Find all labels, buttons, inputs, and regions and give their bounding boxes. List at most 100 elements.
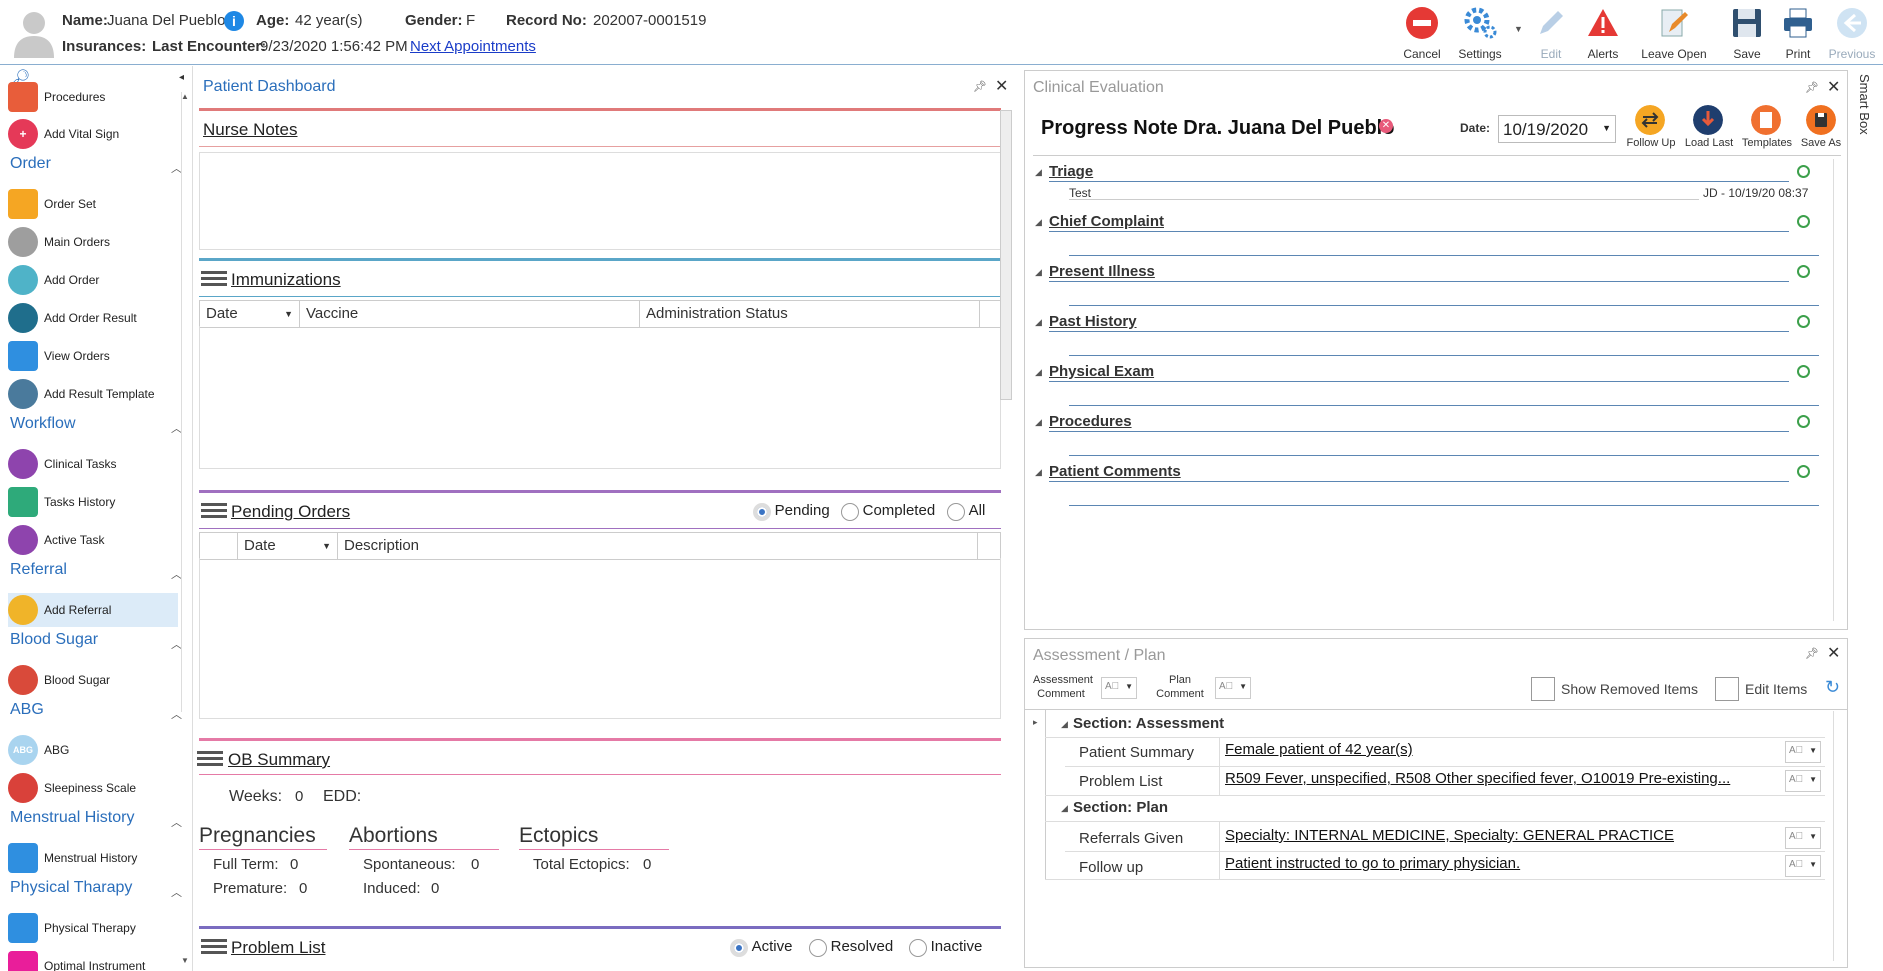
chevron-up-icon[interactable]: ︿ <box>171 814 182 830</box>
settings-button[interactable]: Settings <box>1450 6 1510 61</box>
close-icon[interactable]: ✕ <box>1827 643 1840 663</box>
section-order[interactable]: Order <box>10 155 51 173</box>
sidebar-item-add-order[interactable]: Add Order <box>8 263 178 297</box>
expand-icon[interactable]: ◢ <box>1035 317 1042 328</box>
sidebar-item-physical-therapy[interactable]: Physical Therapy <box>8 911 178 945</box>
pending-orders-grid[interactable] <box>199 558 1001 719</box>
sidebar-item-order-set[interactable]: Order Set <box>8 187 178 221</box>
edit-button[interactable]: Edit <box>1521 6 1581 61</box>
show-removed-checkbox[interactable] <box>1531 677 1555 701</box>
templates-icon[interactable] <box>1751 105 1781 135</box>
alarm-icon[interactable] <box>1797 315 1810 328</box>
nurse-notes-field[interactable] <box>199 152 1001 250</box>
smart-box-tab[interactable]: Smart Box <box>1853 74 1879 164</box>
expand-icon[interactable]: ◢ <box>1035 167 1042 178</box>
sidebar-item-active-task[interactable]: Active Task <box>8 523 178 557</box>
section-physical-exam[interactable]: ◢ Physical Exam <box>1035 363 1825 411</box>
expand-icon[interactable]: ◢ <box>1035 267 1042 278</box>
cancel-button[interactable]: Cancel <box>1392 6 1452 61</box>
load-last-icon[interactable] <box>1693 105 1723 135</box>
row-dropdown[interactable]: A⃞ ▼ <box>1785 741 1821 763</box>
expand-icon[interactable]: ◢ <box>1035 467 1042 478</box>
sidebar-item-menstrual-history[interactable]: Menstrual History <box>8 841 178 875</box>
chevron-up-icon[interactable]: ︿ <box>171 884 182 900</box>
radio-completed[interactable]: Completed <box>841 502 935 521</box>
scroll-up-icon[interactable]: ▲ <box>181 92 189 101</box>
sidebar-item-view-orders[interactable]: View Orders <box>8 339 178 373</box>
radio-active[interactable]: Active <box>730 938 792 957</box>
column-description[interactable]: Description <box>338 533 978 559</box>
menu-icon[interactable] <box>197 748 223 768</box>
column-administration-status[interactable]: Administration Status <box>640 301 980 327</box>
column-vaccine[interactable]: Vaccine <box>300 301 640 327</box>
sidebar-item-add-order-result[interactable]: Add Order Result <box>8 301 178 335</box>
close-icon[interactable]: ✕ <box>995 76 1008 96</box>
leave-open-button[interactable]: Leave Open <box>1634 6 1714 61</box>
section-procedures[interactable]: ◢ Procedures <box>1035 413 1825 461</box>
sidebar-item-blood-sugar[interactable]: Blood Sugar <box>8 663 178 697</box>
dashboard-scrollbar[interactable] <box>1000 110 1012 400</box>
sidebar-item-main-orders[interactable]: Main Orders <box>8 225 178 259</box>
patient-summary-value[interactable]: Female patient of 42 year(s) <box>1225 741 1745 758</box>
section-present-illness[interactable]: ◢ Present Illness <box>1035 263 1825 311</box>
menu-icon[interactable] <box>201 936 227 956</box>
refresh-icon[interactable]: ↻ <box>1825 677 1840 698</box>
section-physical-therapy[interactable]: Physical Tharapy <box>10 879 132 897</box>
menu-icon[interactable] <box>201 500 227 520</box>
radio-pending[interactable]: Pending <box>753 502 830 521</box>
section-menstrual-history[interactable]: Menstrual History <box>10 809 134 827</box>
radio-inactive[interactable]: Inactive <box>909 938 982 957</box>
save-as-icon[interactable] <box>1806 105 1836 135</box>
pin-icon[interactable]: 📌︎ <box>973 80 987 93</box>
sidebar-item-add-result-template[interactable]: Add Result Template <box>8 377 178 411</box>
row-expander-icon[interactable]: ▸ <box>1033 717 1038 728</box>
edit-items-checkbox[interactable] <box>1715 677 1739 701</box>
sidebar-item-clinical-tasks[interactable]: Clinical Tasks <box>8 447 178 481</box>
scroll-down-icon[interactable]: ▼ <box>181 956 189 965</box>
section-referral[interactable]: Referral <box>10 561 67 579</box>
problem-list-value[interactable]: R509 Fever, unspecified, R508 Other spec… <box>1225 770 1753 787</box>
info-icon[interactable]: i <box>224 11 244 31</box>
radio-all[interactable]: All <box>947 502 985 521</box>
previous-button[interactable]: Previous <box>1822 6 1882 61</box>
row-dropdown[interactable]: A⃞ ▼ <box>1785 855 1821 877</box>
radio-resolved[interactable]: Resolved <box>809 938 893 957</box>
referrals-value[interactable]: Specialty: INTERNAL MEDICINE, Specialty:… <box>1225 827 1745 844</box>
alarm-icon[interactable] <box>1797 415 1810 428</box>
assessment-scrollbar[interactable] <box>1833 711 1846 961</box>
pin-icon[interactable]: 📌︎ <box>1805 647 1819 660</box>
column-date[interactable]: Date ▼ <box>238 533 338 559</box>
section-blood-sugar[interactable]: Blood Sugar <box>10 631 98 649</box>
alarm-icon[interactable] <box>1797 215 1810 228</box>
alarm-icon[interactable] <box>1797 465 1810 478</box>
expand-icon[interactable]: ◢ <box>1035 417 1042 428</box>
sidebar-item-abg[interactable]: ABG ABG <box>8 733 178 767</box>
expand-icon[interactable]: ◢ <box>1035 217 1042 228</box>
print-button[interactable]: Print <box>1768 6 1828 61</box>
row-dropdown[interactable]: A⃞ ▼ <box>1785 770 1821 792</box>
immunizations-grid[interactable] <box>199 326 1001 469</box>
sidebar-item-add-vital-sign[interactable]: + Add Vital Sign <box>8 117 178 151</box>
alarm-icon[interactable] <box>1797 365 1810 378</box>
collapse-sidebar-icon[interactable]: ◂ <box>179 72 184 83</box>
collapse-icon[interactable]: ◢ <box>1061 803 1068 814</box>
section-workflow[interactable]: Workflow <box>10 415 76 433</box>
alarm-icon[interactable] <box>1797 165 1810 178</box>
sidebar-item-add-referral[interactable]: Add Referral <box>8 593 178 627</box>
alerts-button[interactable]: Alerts <box>1573 6 1633 61</box>
expand-icon[interactable]: ◢ <box>1035 367 1042 378</box>
sidebar-item-tasks-history[interactable]: Tasks History <box>8 485 178 519</box>
remove-icon[interactable]: ✕ <box>1379 119 1393 133</box>
assessment-comment-dropdown[interactable]: A⃞ ▼ <box>1101 677 1137 699</box>
column-date[interactable]: Date ▼ <box>200 301 300 327</box>
section-abg[interactable]: ABG <box>10 701 44 719</box>
clinical-scrollbar[interactable] <box>1833 159 1846 621</box>
sidebar-item-sleepiness-scale[interactable]: Sleepiness Scale <box>8 771 178 805</box>
section-chief-complaint[interactable]: ◢ Chief Complaint <box>1035 213 1825 261</box>
section-past-history[interactable]: ◢ Past History <box>1035 313 1825 361</box>
section-patient-comments[interactable]: ◢ Patient Comments <box>1035 463 1825 511</box>
follow-up-icon[interactable] <box>1635 105 1665 135</box>
date-picker[interactable]: 10/19/2020 ▼ <box>1498 115 1616 143</box>
sidebar-item-optimal-instrument[interactable]: Optimal Instrument <box>8 949 178 971</box>
section-triage[interactable]: ◢ Triage Test JD - 10/19/20 08:37 <box>1035 161 1825 211</box>
